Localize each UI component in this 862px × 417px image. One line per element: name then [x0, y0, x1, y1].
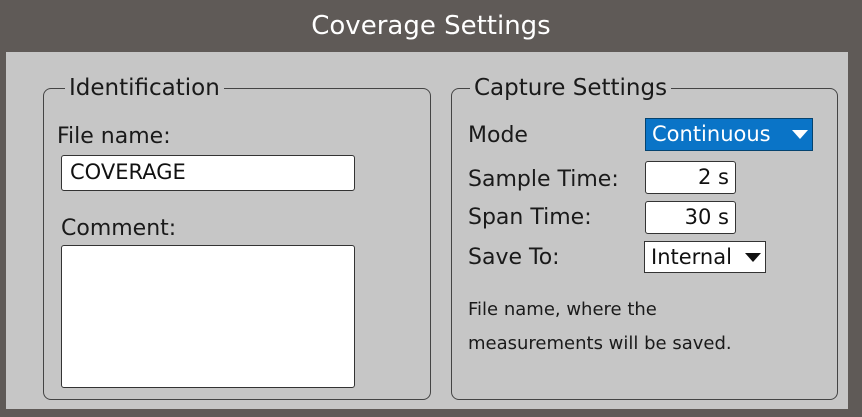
coverage-settings-window: Coverage Settings Identification File na…	[0, 0, 862, 417]
settings-panel: Identification File name: COVERAGE Comme…	[6, 52, 848, 409]
mode-value: Continuous	[652, 122, 771, 146]
span-time-label: Span Time:	[468, 205, 592, 230]
mode-dropdown[interactable]: Continuous	[645, 118, 813, 151]
save-to-dropdown[interactable]: Internal	[644, 241, 766, 273]
identification-group: Identification File name: COVERAGE Comme…	[43, 69, 431, 400]
save-to-label: Save To:	[468, 245, 560, 270]
file-name-label: File name:	[57, 124, 171, 149]
chevron-down-icon	[745, 253, 761, 262]
file-name-input[interactable]: COVERAGE	[61, 155, 355, 191]
chevron-down-icon	[792, 130, 808, 139]
capture-settings-group-title: Capture Settings	[470, 69, 672, 107]
save-to-hint: File name, where the measurements will b…	[468, 293, 732, 361]
hint-line-1: File name, where the	[468, 299, 657, 320]
hint-line-2: measurements will be saved.	[468, 333, 732, 354]
span-time-input[interactable]: 30 s	[645, 201, 736, 234]
sample-time-input[interactable]: 2 s	[645, 161, 736, 194]
capture-settings-group: Capture Settings Mode Continuous Sample …	[451, 69, 838, 400]
mode-label: Mode	[468, 123, 528, 148]
comment-label: Comment:	[61, 216, 177, 241]
save-to-value: Internal	[651, 245, 732, 269]
sample-time-label: Sample Time:	[468, 167, 619, 192]
comment-textarea[interactable]	[61, 245, 355, 388]
identification-group-title: Identification	[65, 69, 224, 107]
window-title: Coverage Settings	[0, 0, 862, 52]
